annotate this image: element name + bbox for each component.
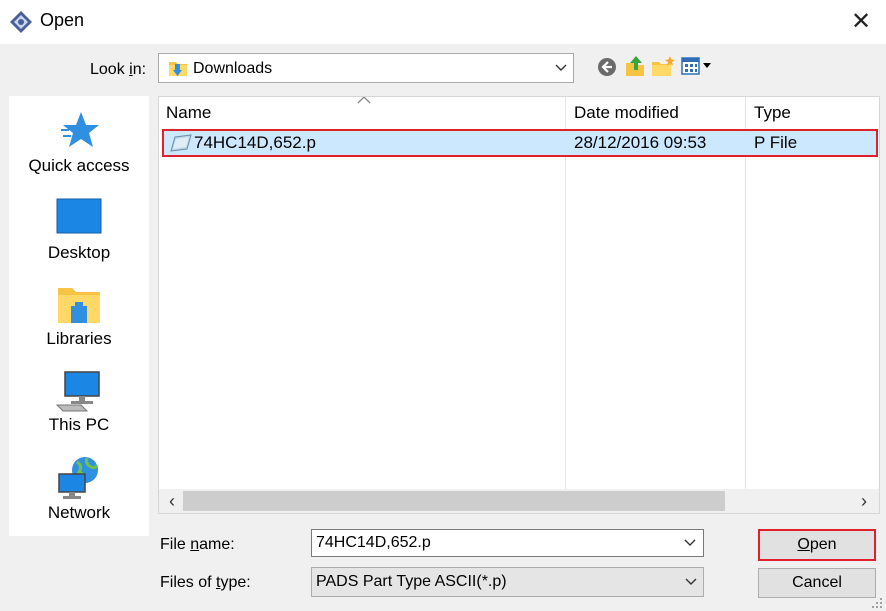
filename-input[interactable] xyxy=(311,529,704,557)
place-label: Libraries xyxy=(46,329,112,348)
network-icon xyxy=(58,457,99,499)
desktop-icon xyxy=(56,198,102,234)
place-label: Quick access xyxy=(28,156,130,175)
new-folder-icon[interactable] xyxy=(651,55,675,77)
place-quick-access[interactable]: Quick access xyxy=(9,110,149,180)
file-list[interactable]: Name Date modified Type 74HC14D,652.p 28… xyxy=(158,96,880,514)
scroll-left-button[interactable]: ‹ xyxy=(163,490,181,512)
place-this-pc[interactable]: This PC xyxy=(9,370,149,440)
place-libraries[interactable]: Libraries xyxy=(9,284,149,354)
place-label: Desktop xyxy=(47,243,111,262)
horizontal-scrollbar[interactable]: ‹ › xyxy=(159,489,879,513)
open-button[interactable]: Open xyxy=(758,529,876,561)
chevron-down-icon xyxy=(555,64,567,71)
scroll-right-button[interactable]: › xyxy=(855,490,873,512)
filetype-label: Files of type: xyxy=(160,574,251,591)
cancel-button[interactable]: Cancel xyxy=(758,568,876,598)
view-menu-icon[interactable] xyxy=(681,56,717,76)
title-bar: Open ✕ xyxy=(0,0,886,44)
star-icon xyxy=(61,112,99,147)
chevron-down-icon xyxy=(685,578,697,585)
lookin-label: Look in: xyxy=(90,61,147,78)
folder-download-icon xyxy=(169,62,187,76)
column-header-type[interactable]: Type xyxy=(754,103,791,123)
resize-grip-icon[interactable] xyxy=(868,594,884,610)
place-label: Network xyxy=(47,503,111,522)
up-folder-icon[interactable] xyxy=(624,55,646,77)
place-label: This PC xyxy=(48,415,110,434)
chevron-down-icon[interactable] xyxy=(684,537,696,549)
lookin-value: Downloads xyxy=(193,60,273,77)
filename-label: File name: xyxy=(160,536,235,553)
app-icon xyxy=(10,11,32,33)
place-network[interactable]: Network xyxy=(9,456,149,528)
scrollbar-thumb[interactable] xyxy=(183,491,725,511)
back-icon[interactable] xyxy=(597,57,617,77)
lookin-dropdown[interactable]: Downloads xyxy=(158,53,574,83)
column-header-date[interactable]: Date modified xyxy=(574,103,679,123)
filetype-dropdown[interactable]: PADS Part Type ASCII(*.p) xyxy=(311,567,704,597)
window-title: Open xyxy=(40,10,85,30)
sort-ascending-icon xyxy=(357,97,371,104)
places-bar: Quick access Desktop Libraries This PC N… xyxy=(9,96,149,536)
libraries-icon xyxy=(58,288,100,323)
close-button[interactable]: ✕ xyxy=(842,4,880,38)
selection-highlight xyxy=(162,129,878,157)
column-header-name[interactable]: Name xyxy=(166,103,211,123)
place-desktop[interactable]: Desktop xyxy=(9,198,149,268)
computer-icon xyxy=(55,371,100,412)
filetype-value: PADS Part Type ASCII(*.p) xyxy=(316,573,507,590)
